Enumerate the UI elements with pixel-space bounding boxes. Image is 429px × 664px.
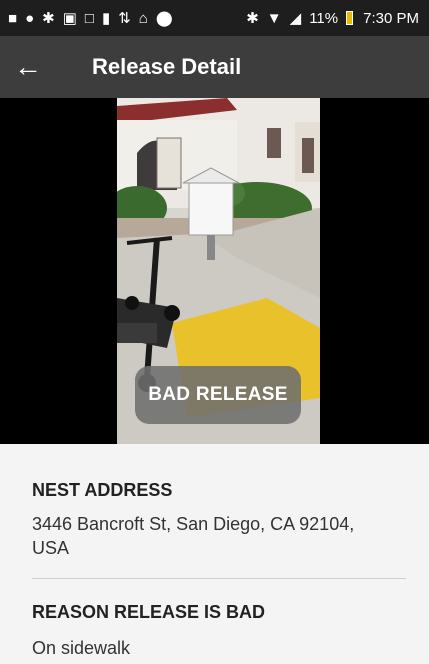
circle-icon: ⬤ (155, 9, 173, 27)
battery-icon (346, 11, 354, 25)
clock: 7:30 PM (363, 9, 419, 27)
back-button[interactable]: ← (0, 36, 56, 98)
arrow-back-icon: ← (14, 51, 42, 82)
sim-icon: ▮ (101, 9, 111, 27)
image-icon: ▣ (62, 9, 77, 27)
slack-icon: ✱ (42, 9, 55, 27)
status-bar-system: ✱ ▼ ◢ 11% 7:30 PM (246, 10, 419, 27)
wifi-icon: ▼ (266, 9, 282, 27)
release-details: NEST ADDRESS 3446 Bancroft St, San Diego… (0, 444, 429, 664)
bluetooth-icon: ✱ (246, 9, 259, 27)
message-icon: ■ (8, 9, 18, 27)
divider (32, 578, 406, 579)
battery-percent: 11% (309, 9, 339, 27)
app-bar: ← Release Detail (0, 36, 429, 98)
home-icon: ⌂ (138, 9, 148, 27)
photo-viewer: BAD RELEASE (0, 98, 429, 444)
bad-release-badge: BAD RELEASE (135, 366, 301, 424)
messenger-icon: ● (25, 9, 35, 27)
reason-label: REASON RELEASE IS BAD (32, 602, 266, 622)
status-bar-notifications: ■ ● ✱ ▣ □ ▮ ⇅ ⌂ ⬤ (8, 11, 173, 26)
nest-address-label: NEST ADDRESS (32, 480, 173, 500)
signal-icon: ◢ (289, 9, 302, 27)
screen-cast-icon: □ (84, 9, 94, 27)
page-title: Release Detail (92, 54, 242, 79)
status-bar: ■ ● ✱ ▣ □ ▮ ⇅ ⌂ ⬤ ✱ ▼ ◢ 11% 7:30 PM (0, 0, 429, 36)
reason-value: On sidewalk (32, 638, 131, 658)
nest-address-value: 3446 Bancroft St, San Diego, CA 92104, U… (32, 514, 355, 558)
transfer-icon: ⇅ (118, 9, 131, 27)
